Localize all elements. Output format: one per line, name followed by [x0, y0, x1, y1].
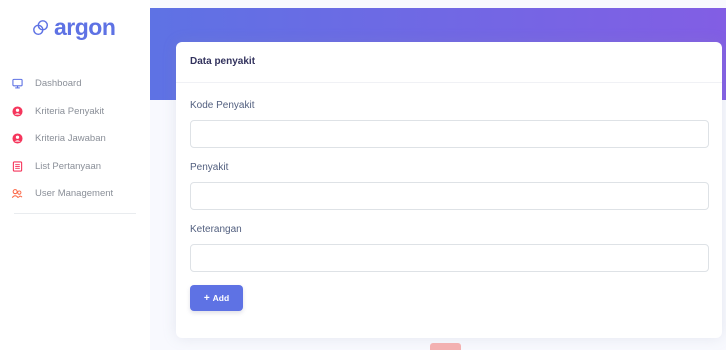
- user-circle-icon: [11, 105, 23, 117]
- keterangan-input[interactable]: [190, 244, 709, 272]
- data-penyakit-card: Data penyakit Kode Penyakit Penyakit Ket…: [176, 42, 722, 338]
- brand-logo[interactable]: argon: [32, 14, 116, 41]
- argon-logo-icon: [33, 19, 49, 35]
- form-group-penyakit: Penyakit: [190, 162, 709, 210]
- sidebar-nav: Dashboard Kriteria Penyakit Kriteria Jaw…: [0, 70, 150, 208]
- user-circle-icon: [11, 133, 23, 145]
- kode-penyakit-label: Kode Penyakit: [190, 100, 255, 111]
- floating-element-partial: [430, 343, 461, 350]
- sidebar: argon Dashboard Kriteria Penyakit Kriter…: [0, 0, 150, 350]
- sidebar-item-label: List Pertanyaan: [35, 160, 102, 172]
- kode-penyakit-input[interactable]: [190, 120, 709, 148]
- sidebar-divider: [14, 213, 136, 214]
- sidebar-item-dashboard[interactable]: Dashboard: [0, 70, 150, 98]
- users-icon: [11, 188, 23, 200]
- sidebar-item-label: Kriteria Penyakit: [35, 105, 105, 117]
- brand-name: argon: [54, 14, 116, 40]
- penyakit-input[interactable]: [190, 182, 709, 210]
- sidebar-item-label: Kriteria Jawaban: [35, 133, 106, 145]
- card-title: Data penyakit: [190, 56, 256, 67]
- penyakit-label: Penyakit: [190, 162, 229, 173]
- form-group-keterangan: Keterangan: [190, 224, 709, 272]
- add-button-label: Add: [212, 293, 230, 303]
- list-icon: [11, 160, 23, 172]
- form-group-kode-penyakit: Kode Penyakit: [190, 100, 709, 148]
- sidebar-item-user-management[interactable]: User Management: [0, 180, 150, 208]
- sidebar-item-kriteria-penyakit[interactable]: Kriteria Penyakit: [0, 98, 150, 126]
- sidebar-item-list-pertanyaan[interactable]: List Pertanyaan: [0, 153, 150, 181]
- sidebar-item-label: User Management: [35, 188, 114, 200]
- card-header: Data penyakit: [176, 42, 722, 83]
- plus-icon: +: [203, 292, 210, 304]
- sidebar-item-label: Dashboard: [35, 78, 82, 90]
- add-button[interactable]: + Add: [190, 285, 243, 311]
- app-root: argon Dashboard Kriteria Penyakit Kriter…: [0, 0, 726, 350]
- monitor-icon: [11, 78, 23, 90]
- keterangan-label: Keterangan: [190, 224, 242, 235]
- sidebar-item-kriteria-jawaban[interactable]: Kriteria Jawaban: [0, 125, 150, 153]
